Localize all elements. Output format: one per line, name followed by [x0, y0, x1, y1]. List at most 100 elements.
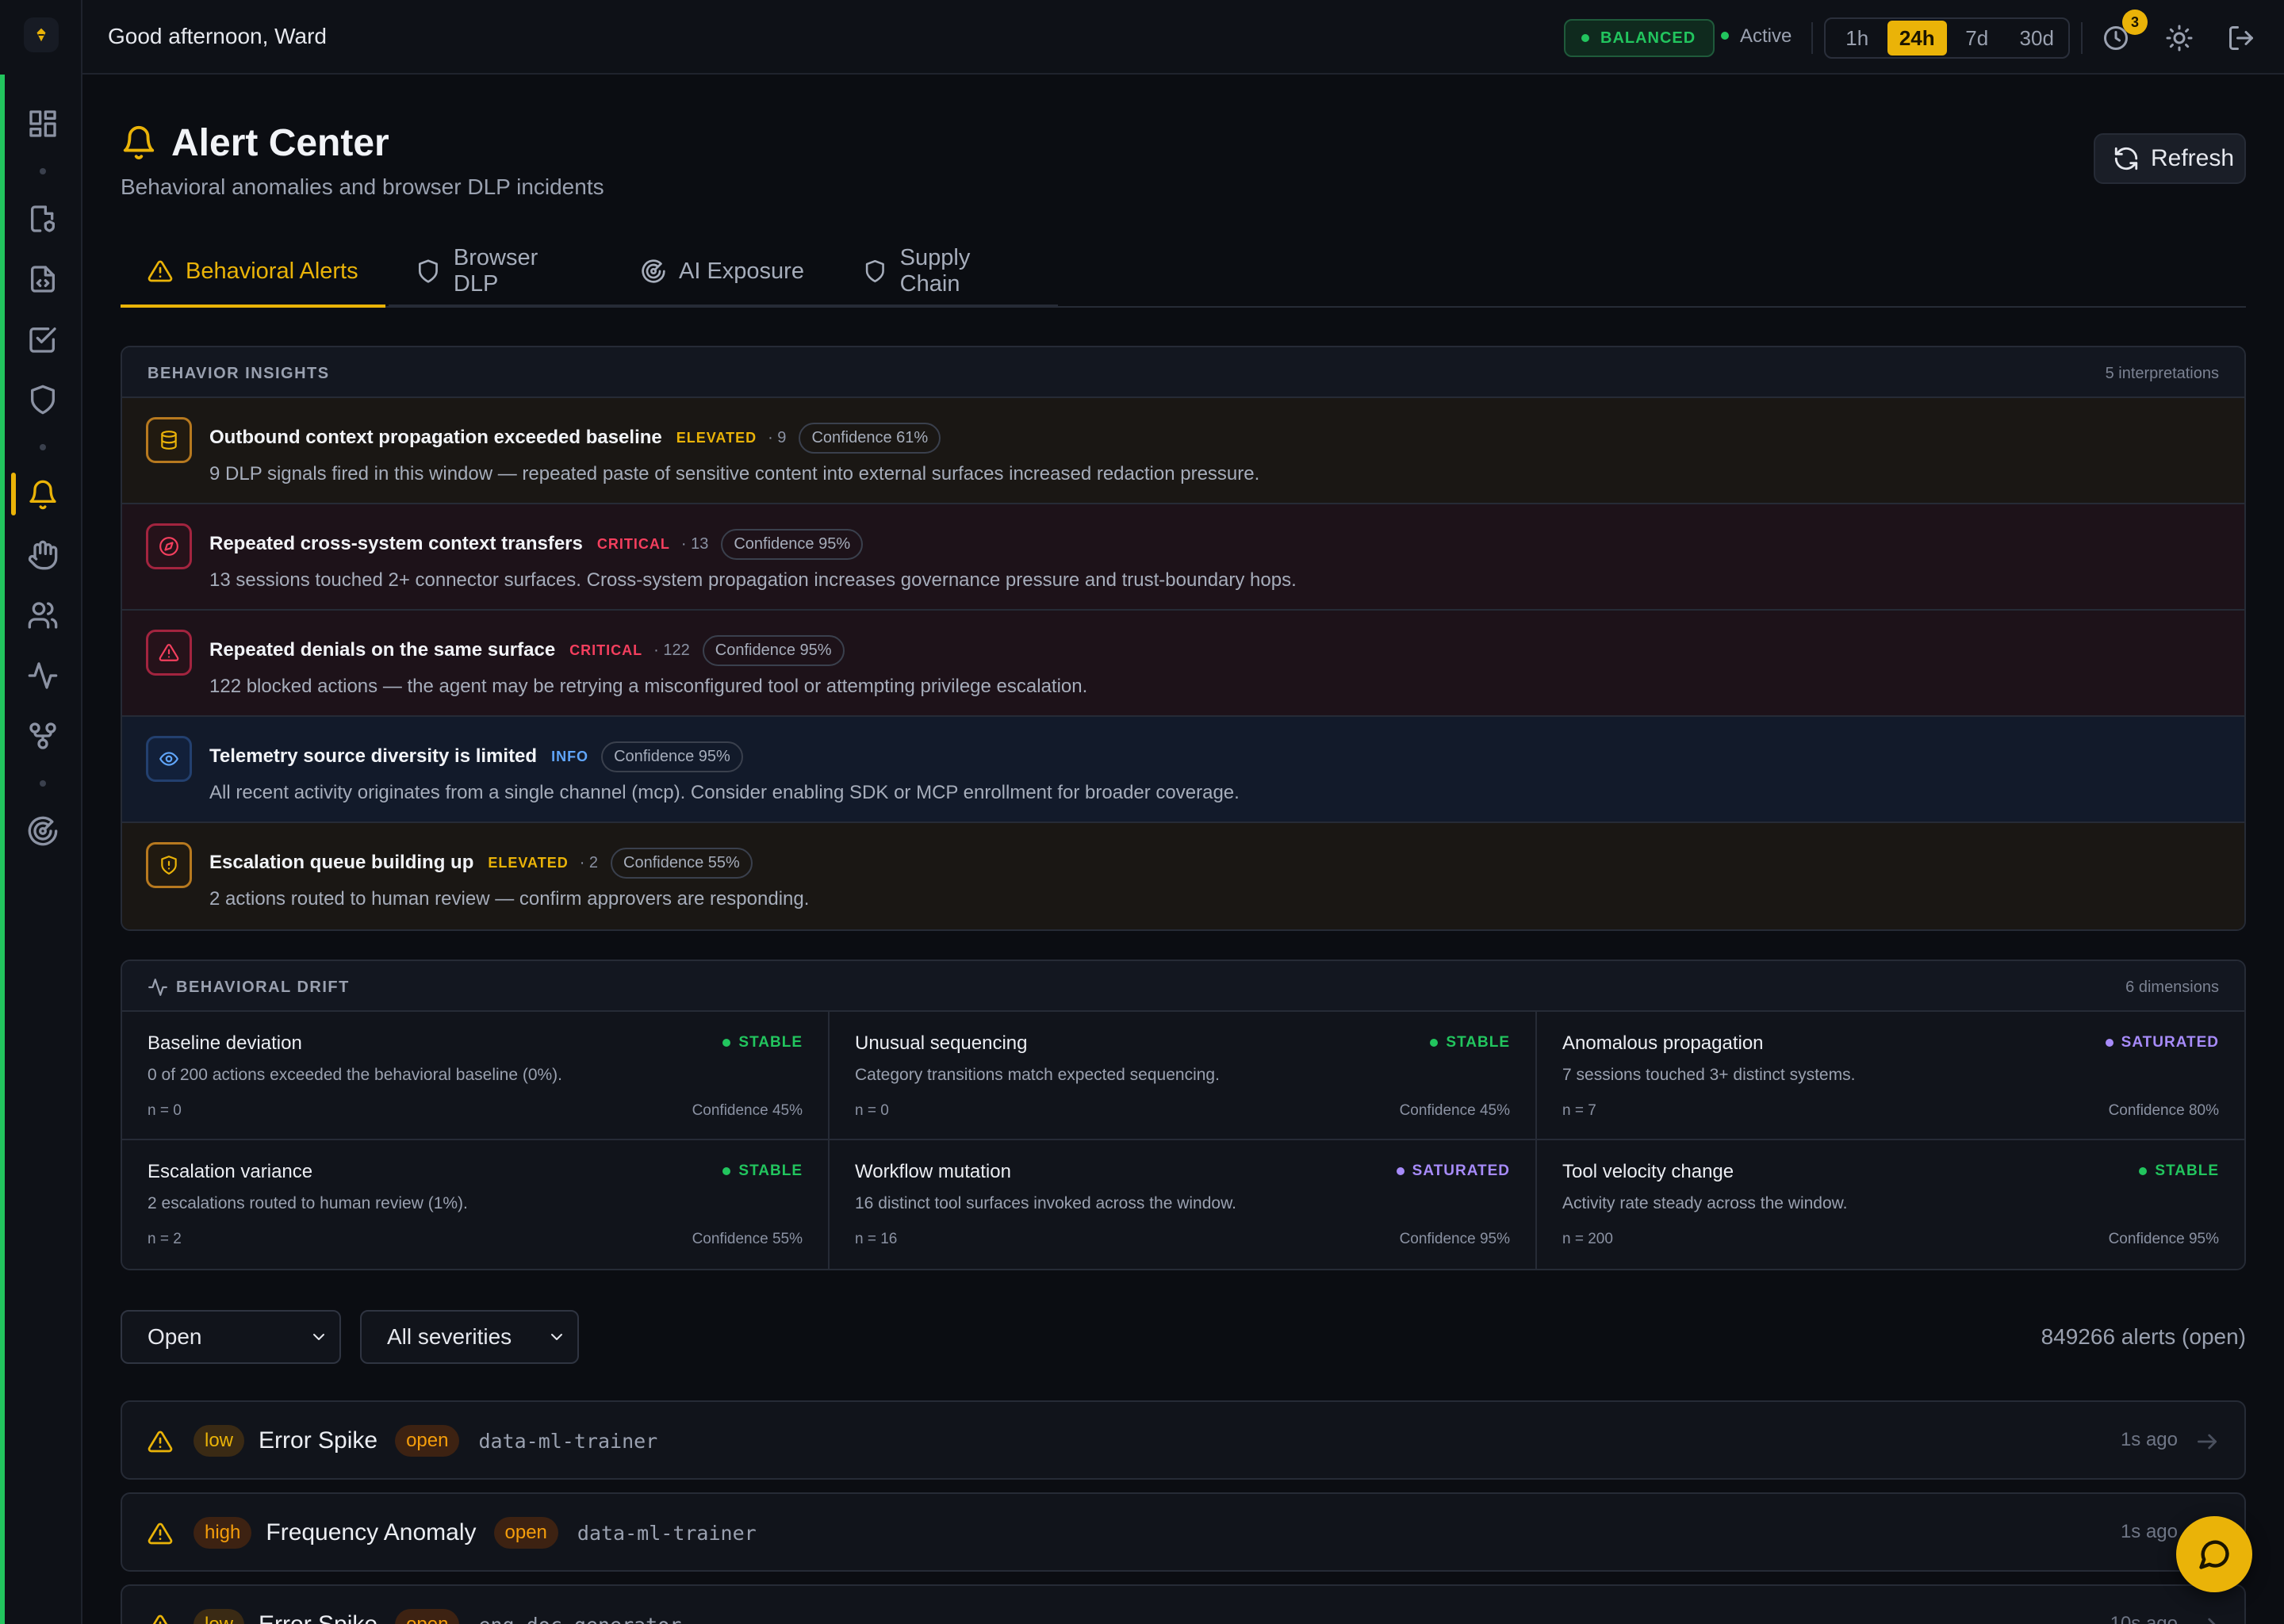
alert-agent: eng-doc-generator [478, 1614, 681, 1624]
drift-card[interactable]: Baseline deviation STABLE 0 of 200 actio… [122, 1012, 830, 1140]
severity-filter-select[interactable]: All severities [360, 1310, 579, 1364]
bell-icon [121, 124, 157, 161]
tab-supply-chain[interactable]: Supply Chain [836, 238, 1058, 308]
logout-button[interactable] [2227, 24, 2255, 52]
drift-name: Anomalous propagation [1562, 1032, 1764, 1054]
agent-status: Active [1721, 25, 1792, 48]
insight-item[interactable]: Outbound context propagation exceeded ba… [122, 398, 2244, 504]
status-filter-select[interactable]: Open [121, 1310, 341, 1364]
insight-confidence: Confidence 95% [721, 528, 864, 560]
sidebar-item-code[interactable] [27, 263, 59, 295]
drift-card[interactable]: Workflow mutation SATURATED 16 distinct … [830, 1140, 1537, 1269]
tab-label: AI Exposure [679, 258, 804, 284]
refresh-label: Refresh [2151, 145, 2235, 171]
tab-browser-dlp[interactable]: Browser DLP [389, 238, 615, 308]
drift-state-badge: STABLE [722, 1034, 803, 1051]
insight-item[interactable]: Repeated cross-system context transfers … [122, 504, 2244, 611]
drift-card[interactable]: Anomalous propagation SATURATED 7 sessio… [1537, 1012, 2244, 1140]
insight-confidence: Confidence 95% [601, 741, 743, 772]
panel-title: BEHAVIOR INSIGHTS [148, 365, 330, 382]
arrow-right-icon[interactable] [2194, 1429, 2221, 1454]
app-logo[interactable] [24, 17, 59, 52]
range-1h-button[interactable]: 1h [1827, 21, 1887, 56]
page-title-row: Alert Center [121, 119, 389, 167]
severity-pill: high [194, 1517, 252, 1549]
drift-sample-size: n = 0 [855, 1102, 889, 1119]
page-subtitle: Behavioral anomalies and browser DLP inc… [121, 174, 604, 199]
sidebar-item-policies[interactable] [27, 203, 59, 235]
insight-title: Telemetry source diversity is limited [209, 745, 538, 767]
sidebar-item-workflows[interactable] [27, 720, 59, 752]
sidebar-item-security[interactable] [27, 384, 59, 416]
database-icon [146, 417, 192, 463]
insight-item[interactable]: Repeated denials on the same surface CRI… [122, 611, 2244, 717]
shield-icon [31, 385, 56, 415]
file-shield-icon [31, 205, 56, 232]
sidebar-active-indicator [11, 473, 16, 515]
warning-icon [148, 1429, 173, 1454]
arrow-right-icon[interactable] [2194, 1613, 2221, 1624]
tab-behavioral-alerts[interactable]: Behavioral Alerts [121, 238, 385, 308]
tab-label: Browser DLP [453, 245, 538, 297]
sidebar-item-interventions[interactable] [27, 539, 59, 571]
drift-card[interactable]: Tool velocity change STABLE Activity rat… [1537, 1140, 2244, 1269]
checkbox-icon [29, 327, 56, 353]
activity-icon [28, 662, 58, 689]
theme-toggle-button[interactable] [2165, 24, 2194, 52]
insight-confidence: Confidence 95% [702, 634, 845, 666]
range-7d-button[interactable]: 7d [1947, 21, 2007, 56]
drift-description: 0 of 200 actions exceeded the behavioral… [148, 1066, 563, 1084]
insight-description: 122 blocked actions — the agent may be r… [209, 676, 1088, 697]
drift-sample-size: n = 0 [148, 1102, 182, 1119]
radar-icon [642, 259, 665, 283]
insight-item[interactable]: Telemetry source diversity is limited IN… [122, 717, 2244, 823]
mode-badge[interactable]: BALANCED [1564, 19, 1715, 57]
tab-ai-exposure[interactable]: AI Exposure [614, 238, 841, 308]
insight-item[interactable]: Escalation queue building up ELEVATED · … [122, 823, 2244, 929]
drift-name: Baseline deviation [148, 1032, 302, 1054]
alert-agent: data-ml-trainer [478, 1429, 658, 1453]
drift-sample-size: n = 7 [1562, 1102, 1596, 1119]
alert-row[interactable]: high Frequency Anomaly open data-ml-trai… [121, 1492, 2246, 1572]
drift-description: Category transitions match expected sequ… [855, 1066, 1220, 1084]
insight-title: Escalation queue building up [209, 852, 474, 873]
alert-row[interactable]: low Error Spike open data-ml-trainer 1s … [121, 1400, 2246, 1480]
sidebar-item-approvals[interactable] [27, 324, 59, 355]
alert-title: Error Spike [259, 1427, 378, 1454]
sidebar-item-alerts[interactable] [27, 479, 59, 511]
chevron-down-icon [551, 1334, 562, 1340]
drift-card[interactable]: Escalation variance STABLE 2 escalations… [122, 1140, 830, 1269]
chat-button[interactable] [2176, 1516, 2252, 1592]
refresh-button[interactable]: Refresh [2094, 133, 2246, 184]
insight-count: · 2 [579, 853, 599, 871]
insight-severity: INFO [551, 748, 589, 764]
alert-title: Error Spike [259, 1611, 377, 1624]
status-pill: open [395, 1425, 460, 1457]
nav-separator [40, 444, 46, 450]
insight-description: 2 actions routed to human review — confi… [209, 888, 810, 910]
sidebar-item-dashboard[interactable] [27, 108, 59, 140]
tab-label: Supply Chain [899, 245, 971, 297]
alert-time: 10s ago [2110, 1613, 2178, 1624]
tab-label: Behavioral Alerts [186, 258, 358, 284]
nav-separator [40, 780, 46, 787]
sidebar-accent-bar [0, 75, 5, 1624]
insight-title: Repeated denials on the same surface [209, 639, 556, 661]
activity-icon [148, 977, 168, 998]
range-30d-button[interactable]: 30d [2007, 21, 2067, 56]
sidebar-item-users[interactable] [27, 599, 59, 631]
insight-severity: CRITICAL [569, 642, 643, 658]
range-24h-button[interactable]: 24h [1887, 21, 1947, 56]
drift-card[interactable]: Unusual sequencing STABLE Category trans… [830, 1012, 1537, 1140]
insight-description: All recent activity originates from a si… [209, 782, 1240, 803]
logout-icon [2229, 26, 2253, 50]
warning-icon [146, 630, 192, 676]
page-title: Alert Center [171, 121, 389, 164]
sidebar-item-activity[interactable] [27, 660, 59, 691]
severity-filter-value: All severities [387, 1324, 512, 1349]
sidebar-item-exposure[interactable] [27, 815, 59, 847]
nav-separator [40, 168, 46, 174]
alert-row[interactable]: low Error Spike open eng-doc-generator 1… [121, 1584, 2246, 1624]
drift-confidence: Confidence 45% [692, 1102, 803, 1119]
shield-alert-icon [146, 842, 192, 888]
